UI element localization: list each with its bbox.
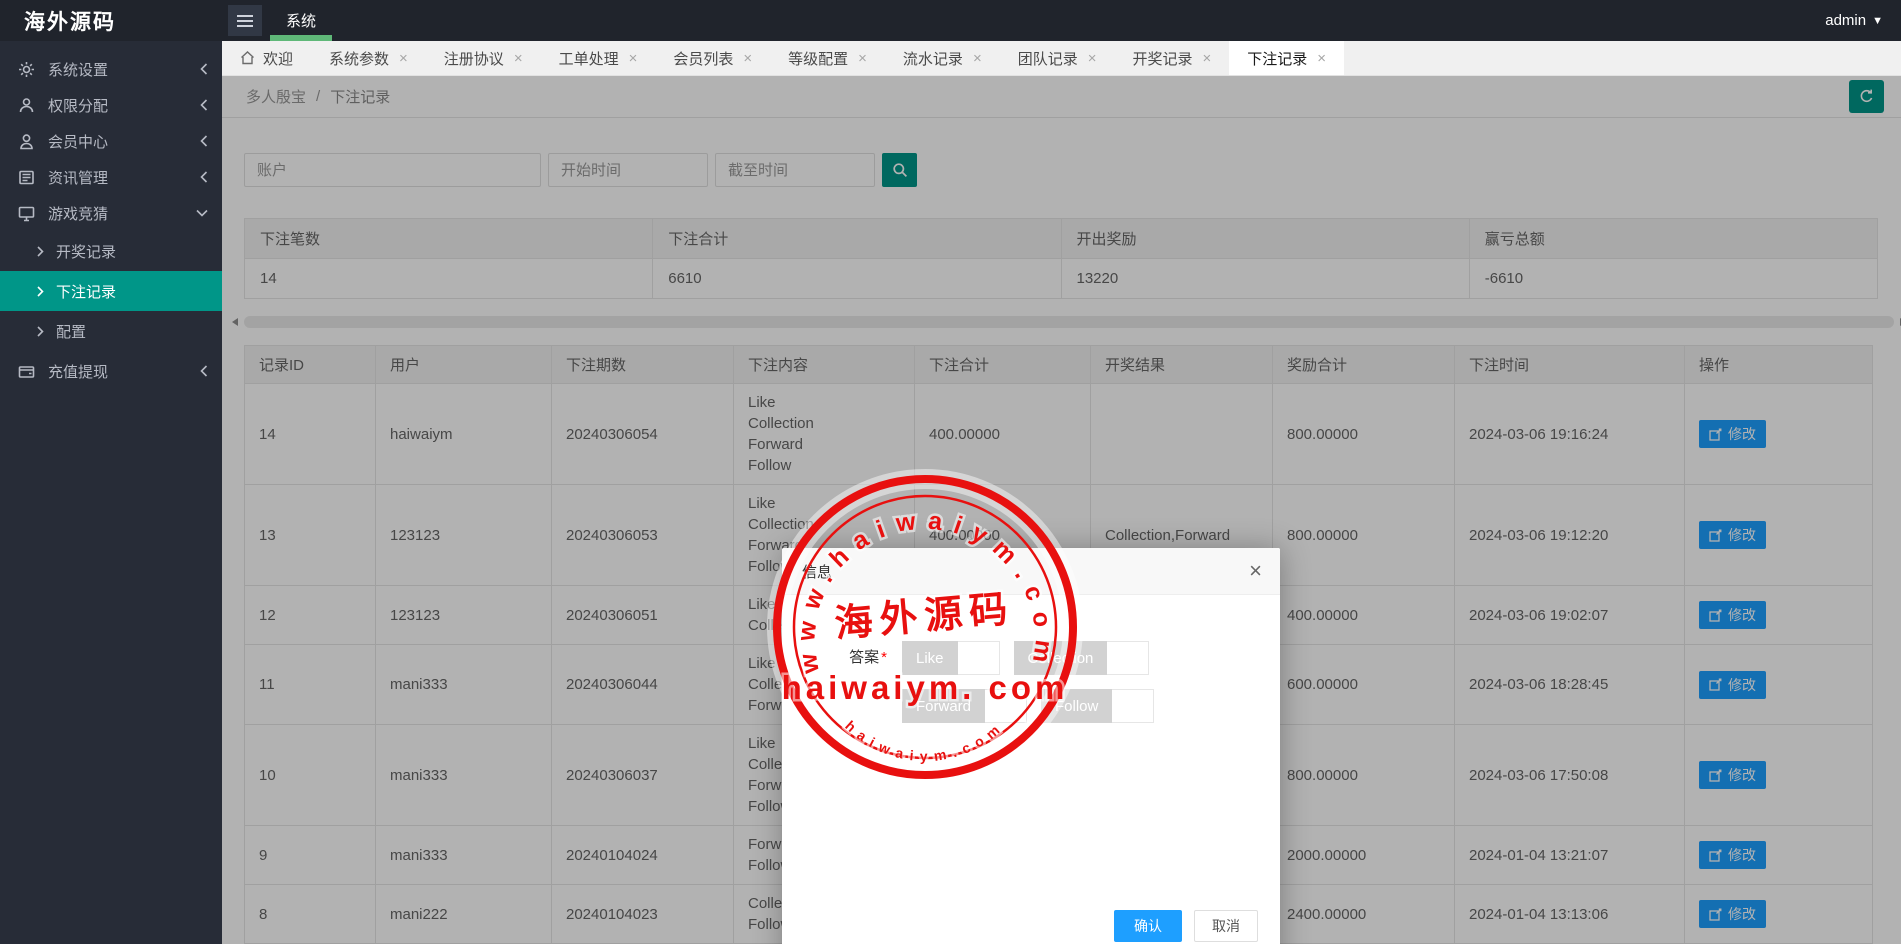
follow-value-input[interactable]: [1112, 689, 1154, 723]
tab-team-records[interactable]: 团队记录 ×: [1000, 41, 1115, 75]
user-icon: [18, 133, 38, 149]
monitor-icon: [18, 205, 38, 221]
close-icon[interactable]: ×: [743, 50, 752, 67]
tab-label: 会员列表: [673, 48, 733, 69]
option-forward: Forward: [902, 689, 1027, 723]
tab-work-orders[interactable]: 工单处理 ×: [541, 41, 656, 75]
forward-value-input[interactable]: [985, 689, 1027, 723]
chevron-left-icon: [196, 135, 208, 147]
tab-draw-records[interactable]: 开奖记录 ×: [1114, 41, 1229, 75]
sidebar-item-label: 资讯管理: [48, 167, 196, 188]
chevron-left-icon: [196, 365, 208, 377]
confirm-button[interactable]: 确认: [1114, 910, 1182, 942]
tab-label: 欢迎: [263, 48, 293, 69]
option-collection: Collection: [1014, 641, 1150, 675]
sidebar-item-label: 权限分配: [48, 95, 196, 116]
sidebar-item-news[interactable]: 资讯管理: [0, 159, 222, 195]
sidebar-subitem-bet-records[interactable]: 下注记录: [0, 271, 222, 311]
close-icon[interactable]: ×: [1249, 560, 1262, 582]
close-icon[interactable]: ×: [1203, 50, 1212, 67]
option-label: Follow: [1041, 689, 1112, 723]
close-icon[interactable]: ×: [629, 50, 638, 67]
tab-label: 下注记录: [1247, 48, 1307, 69]
news-icon: [18, 169, 38, 185]
modal-body: 答案* Like Collection Forward Follow: [782, 595, 1280, 741]
option-label: Like: [902, 641, 958, 675]
like-value-input[interactable]: [958, 641, 1000, 675]
sidebar-item-permissions[interactable]: 权限分配: [0, 87, 222, 123]
tab-label: 等级配置: [788, 48, 848, 69]
sidebar-item-system-settings[interactable]: 系统设置: [0, 51, 222, 87]
tab-label: 系统参数: [329, 48, 389, 69]
close-icon[interactable]: ×: [858, 50, 867, 67]
app-window: 海外源码 系统 admin ▼ 系统设置 权限分配 会员中心 资: [0, 0, 1901, 944]
close-icon[interactable]: ×: [514, 50, 523, 67]
topnav-item-system[interactable]: 系统: [262, 0, 340, 41]
field-label: 答案*: [802, 641, 902, 675]
sidebar-item-label: 会员中心: [48, 131, 196, 152]
tabs-bar: 欢迎 系统参数 × 注册协议 × 工单处理 × 会员列表 × 等级配置 × 流水记录 × 团…: [222, 41, 1901, 76]
gear-icon: [18, 61, 38, 77]
chevron-left-icon: [196, 99, 208, 111]
chevron-left-icon: [196, 171, 208, 183]
tab-label: 流水记录: [903, 48, 963, 69]
sidebar-subitem-label: 开奖记录: [56, 241, 116, 262]
required-asterisk: *: [881, 649, 887, 666]
sidebar-item-game-guess[interactable]: 游戏竞猜: [0, 195, 222, 231]
chevron-right-icon: [37, 246, 44, 257]
home-icon: [240, 51, 255, 65]
sidebar-item-recharge-withdraw[interactable]: 充值提现: [0, 351, 222, 391]
collection-value-input[interactable]: [1107, 641, 1149, 675]
user-menu[interactable]: admin ▼: [1825, 12, 1883, 29]
option-label: Collection: [1014, 641, 1108, 675]
answer-form-row: 答案* Like Collection Forward Follow: [802, 641, 1260, 723]
sidebar-item-label: 游戏竞猜: [48, 203, 196, 224]
sidebar-item-label: 充值提现: [48, 361, 196, 382]
tab-member-list[interactable]: 会员列表 ×: [655, 41, 770, 75]
option-label: Forward: [902, 689, 985, 723]
close-icon[interactable]: ×: [1317, 50, 1326, 67]
info-modal: 信息 × 答案* Like Collection Forward Follow: [782, 548, 1280, 944]
option-follow: Follow: [1041, 689, 1154, 723]
chevron-left-icon: [196, 63, 208, 75]
sidebar-subitem-label: 下注记录: [56, 281, 116, 302]
tab-label: 注册协议: [444, 48, 504, 69]
sidebar-item-label: 系统设置: [48, 59, 196, 80]
tab-label: 工单处理: [559, 48, 619, 69]
chevron-down-icon: [196, 209, 208, 217]
tab-welcome[interactable]: 欢迎: [222, 41, 311, 75]
app-logo: 海外源码: [0, 6, 222, 36]
tab-bet-records[interactable]: 下注记录 ×: [1229, 41, 1344, 75]
sidebar-subitem-config[interactable]: 配置: [0, 311, 222, 351]
tab-label: 团队记录: [1018, 48, 1078, 69]
close-icon[interactable]: ×: [973, 50, 982, 67]
chevron-right-icon: [37, 286, 44, 297]
tab-label: 开奖记录: [1132, 48, 1192, 69]
cancel-button[interactable]: 取消: [1194, 910, 1258, 942]
close-icon[interactable]: ×: [399, 50, 408, 67]
topbar: 海外源码 系统 admin ▼: [0, 0, 1901, 41]
sidebar: 系统设置 权限分配 会员中心 资讯管理 游戏竞猜 开奖记录: [0, 41, 222, 944]
chevron-down-icon: ▼: [1872, 15, 1883, 27]
hamburger-icon: [237, 20, 253, 22]
modal-title: 信息: [782, 548, 1280, 595]
sidebar-subitem-draw-records[interactable]: 开奖记录: [0, 231, 222, 271]
tab-level-config[interactable]: 等级配置 ×: [770, 41, 885, 75]
wallet-icon: [18, 363, 38, 379]
topnav-label: 系统: [286, 10, 316, 31]
sidebar-item-member-center[interactable]: 会员中心: [0, 123, 222, 159]
user-key-icon: [18, 97, 38, 113]
option-like: Like: [902, 641, 1000, 675]
modal-footer: 确认 取消: [1114, 910, 1258, 942]
menu-toggle-button[interactable]: [228, 5, 262, 36]
tab-flow-records[interactable]: 流水记录 ×: [885, 41, 1000, 75]
chevron-right-icon: [37, 326, 44, 337]
close-icon[interactable]: ×: [1088, 50, 1097, 67]
tab-system-params[interactable]: 系统参数 ×: [311, 41, 426, 75]
options-wrap: Like Collection Forward Follow: [902, 641, 1260, 723]
username: admin: [1825, 12, 1866, 29]
sidebar-subitem-label: 配置: [56, 321, 86, 342]
tab-register-agreement[interactable]: 注册协议 ×: [426, 41, 541, 75]
